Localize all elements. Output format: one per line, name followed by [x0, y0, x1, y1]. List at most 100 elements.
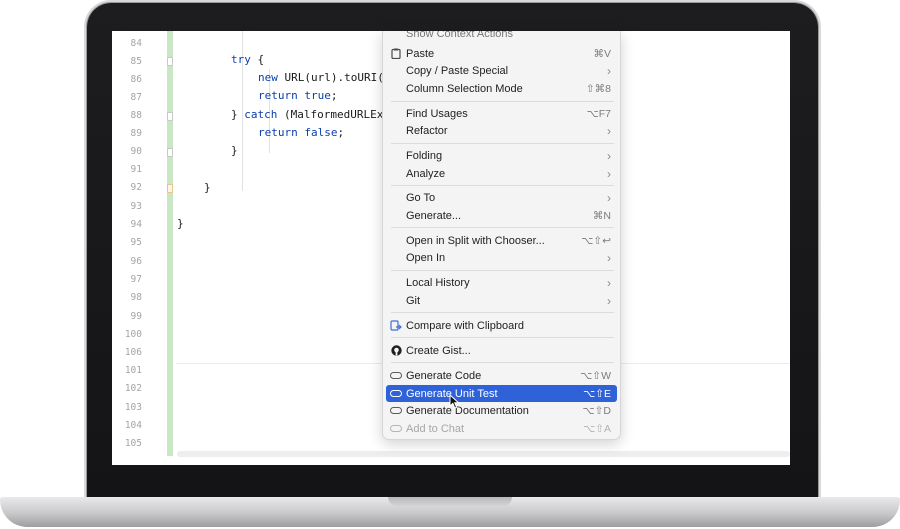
menu-separator	[391, 270, 614, 271]
code-line: return true;	[258, 89, 338, 102]
menu-item-find-usages[interactable]: Find Usages ⌥F7	[386, 105, 617, 122]
line-number: 99	[130, 311, 142, 322]
code-line: }	[231, 144, 238, 157]
code-text: {	[250, 53, 265, 66]
menu-item-label: Generate Documentation	[406, 404, 529, 417]
chevron-right-icon: ›	[607, 166, 611, 181]
code-keyword: catch	[244, 108, 278, 121]
menu-separator	[391, 312, 614, 313]
menu-separator	[391, 362, 614, 363]
menu-item-label: Compare with Clipboard	[406, 319, 524, 332]
menu-item-shortcut: ⌥⇧A	[583, 422, 611, 435]
menu-item-label: Refactor	[406, 124, 448, 137]
chevron-right-icon: ›	[607, 250, 611, 265]
menu-item-label: Generate...	[406, 209, 462, 222]
menu-item-label: Git	[406, 294, 421, 307]
line-number: 87	[130, 92, 142, 103]
menu-item-folding[interactable]: Folding ›	[386, 147, 617, 164]
line-number: 94	[130, 219, 142, 230]
code-text: ;	[337, 126, 345, 139]
menu-item-copy-paste-special[interactable]: Copy / Paste Special ›	[386, 62, 617, 79]
ai-pill-icon	[386, 372, 406, 379]
menu-item-label: Folding	[406, 149, 443, 162]
menu-item-label: Add to Chat	[406, 422, 465, 435]
menu-item-compare-with-clipboard[interactable]: Compare with Clipboard	[386, 317, 617, 334]
menu-item-generate-unit-test[interactable]: Generate Unit Test ⌥⇧E	[386, 385, 617, 402]
clipboard-icon	[386, 48, 406, 59]
line-number: 105	[124, 438, 142, 449]
menu-item-refactor[interactable]: Refactor ›	[386, 122, 617, 139]
code-line: }	[204, 181, 211, 194]
chevron-right-icon: ›	[607, 190, 611, 205]
menu-item-shortcut: ⌥⇧E	[583, 387, 611, 400]
menu-item-label: Show Context Actions	[406, 31, 514, 40]
ai-pill-icon	[386, 407, 406, 414]
menu-item-generate-documentation[interactable]: Generate Documentation ⌥⇧D	[386, 402, 617, 419]
menu-item-analyze[interactable]: Analyze ›	[386, 165, 617, 182]
code-text: ;	[330, 89, 338, 102]
line-number: 106	[124, 347, 142, 358]
menu-item-open-in-split[interactable]: Open in Split with Chooser... ⌥⇧↩	[386, 232, 617, 249]
menu-item-shortcut: ⌥⇧D	[582, 404, 611, 417]
menu-item-label: Column Selection Mode	[406, 82, 523, 95]
menu-item-generate-code[interactable]: Generate Code ⌥⇧W	[386, 367, 617, 384]
line-number: 100	[124, 329, 142, 340]
code-keyword: try	[231, 53, 251, 66]
menu-item-show-context-actions[interactable]: Show Context Actions	[386, 31, 617, 42]
code-keyword: return	[258, 89, 298, 102]
menu-item-label: Generate Unit Test	[406, 387, 498, 400]
line-number: 88	[130, 110, 142, 121]
chevron-right-icon: ›	[607, 293, 611, 308]
menu-item-label: Copy / Paste Special	[406, 64, 509, 77]
menu-item-paste[interactable]: Paste ⌘V	[386, 45, 617, 62]
laptop-base-notch	[388, 497, 512, 506]
code-line: return false;	[258, 126, 344, 139]
chevron-right-icon: ›	[607, 123, 611, 138]
line-number: 101	[124, 365, 142, 376]
chevron-right-icon: ›	[607, 275, 611, 290]
menu-item-git[interactable]: Git ›	[386, 292, 617, 309]
line-number: 85	[130, 56, 142, 67]
fold-marker-icon[interactable]	[167, 112, 173, 121]
menu-item-add-to-chat: Add to Chat ⌥⇧A	[386, 420, 617, 437]
fold-marker-icon[interactable]	[167, 184, 173, 193]
menu-item-label: Open In	[406, 251, 446, 264]
menu-item-generate[interactable]: Generate... ⌘N	[386, 207, 617, 224]
menu-item-shortcut: ⌘N	[592, 209, 611, 222]
menu-item-shortcut: ⌥⇧W	[580, 369, 611, 382]
menu-item-column-selection-mode[interactable]: Column Selection Mode ⇧⌘8	[386, 80, 617, 97]
line-number: 95	[130, 237, 142, 248]
fold-marker-icon[interactable]	[167, 148, 173, 157]
line-number: 104	[124, 420, 142, 431]
mouse-pointer-icon	[449, 393, 460, 414]
menu-item-shortcut: ⌘V	[593, 47, 611, 60]
code-keyword: true	[297, 89, 331, 102]
horizontal-scrollbar[interactable]	[177, 451, 790, 457]
menu-item-shortcut: ⌥F7	[586, 107, 611, 120]
code-line: }	[177, 217, 184, 230]
menu-item-open-in[interactable]: Open In ›	[386, 249, 617, 266]
line-number: 90	[130, 146, 142, 157]
menu-item-label: Find Usages	[406, 107, 468, 120]
line-number: 92	[130, 182, 142, 193]
compare-icon	[386, 319, 406, 332]
menu-item-create-gist[interactable]: Create Gist...	[386, 342, 617, 359]
ai-pill-icon	[386, 425, 406, 432]
line-number: 91	[130, 164, 142, 175]
menu-item-label: Paste	[406, 47, 435, 60]
chevron-right-icon: ›	[607, 63, 611, 78]
menu-item-local-history[interactable]: Local History ›	[386, 274, 617, 291]
vcs-change-bar	[167, 31, 173, 456]
ai-pill-icon	[386, 390, 406, 397]
line-number: 93	[130, 201, 142, 212]
code-text: (MalformedURLEx	[277, 108, 384, 121]
menu-item-label: Open in Split with Chooser...	[406, 234, 545, 247]
menu-item-go-to[interactable]: Go To ›	[386, 189, 617, 206]
menu-separator	[391, 143, 614, 144]
menu-item-shortcut: ⇧⌘8	[585, 82, 611, 95]
line-number-gutter: 84 85 86 87 88 89 90 91 92 93 94 95 96 9…	[112, 31, 164, 465]
fold-marker-icon[interactable]	[167, 57, 173, 66]
menu-item-shortcut: ⌥⇧↩	[581, 234, 611, 247]
menu-separator	[391, 227, 614, 228]
context-menu: Show Context Actions Paste ⌘V Copy / Pas…	[382, 31, 621, 440]
